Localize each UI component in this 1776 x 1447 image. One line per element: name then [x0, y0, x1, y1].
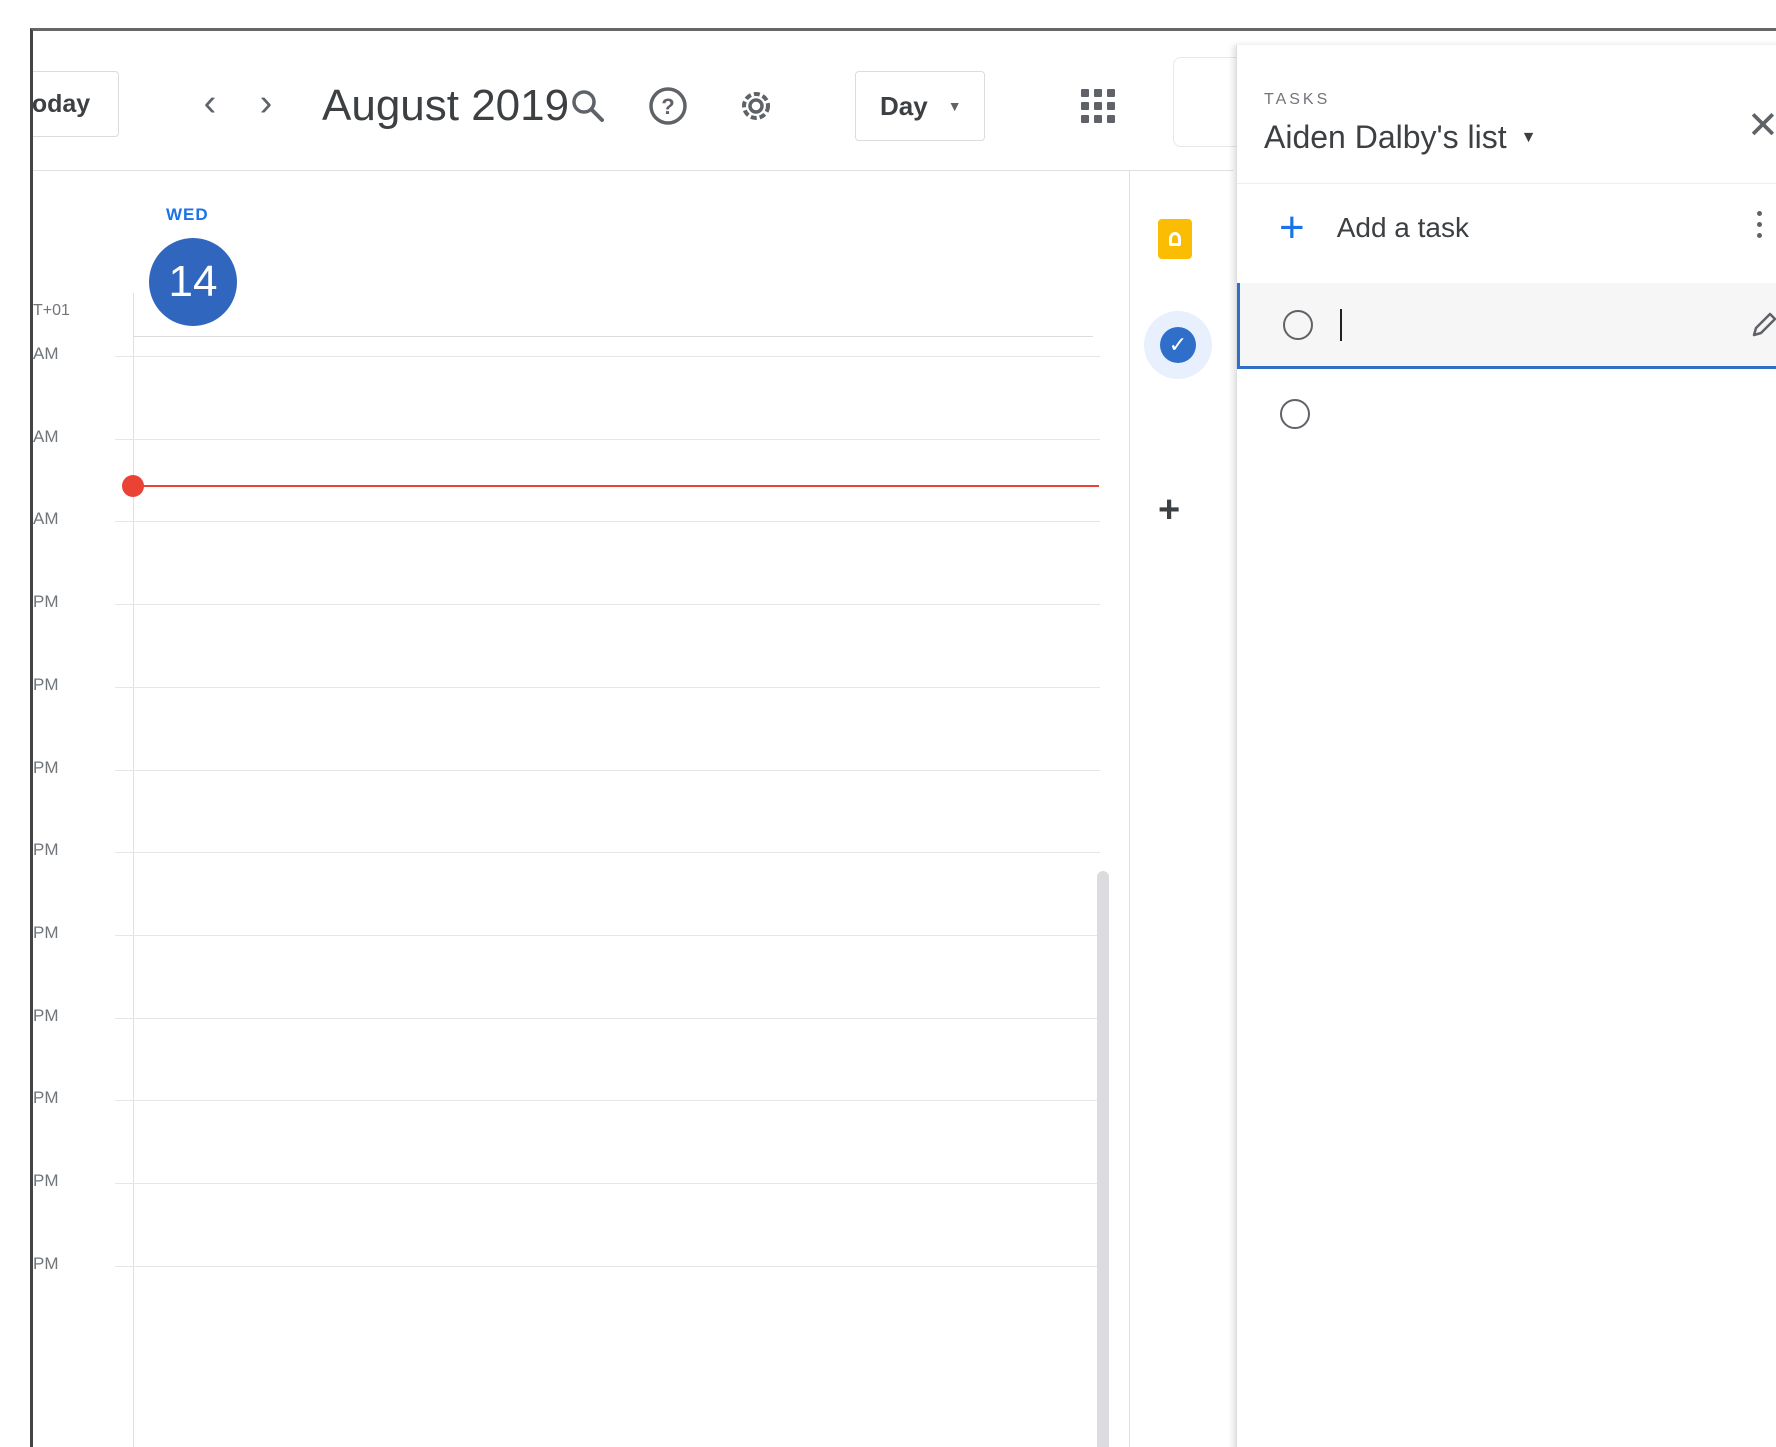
all-day-divider: [133, 336, 1093, 337]
hour-label: PM: [33, 1005, 59, 1025]
hour-label: PM: [33, 757, 59, 777]
hour-row[interactable]: AM: [33, 344, 1103, 363]
hour-label: AM: [33, 344, 59, 363]
hour-gridline: [115, 852, 1100, 854]
chevron-right-icon[interactable]: ›: [249, 82, 283, 124]
hour-row[interactable]: PM: [33, 1088, 1103, 1107]
hour-gridline: [115, 1265, 1100, 1267]
hour-row[interactable]: AM: [33, 427, 1103, 446]
hour-gridline: [115, 769, 1100, 771]
top-header: oday ‹ › August 2019 ? Day ▼: [33, 31, 1273, 171]
hour-label: AM: [33, 509, 59, 529]
gear-icon[interactable]: [733, 83, 779, 129]
current-time-dot: [122, 475, 144, 497]
close-icon[interactable]: ✕: [1747, 103, 1776, 148]
hour-row[interactable]: PM: [33, 758, 1103, 777]
apps-grid-icon[interactable]: [1081, 89, 1115, 123]
scrollbar[interactable]: [1097, 871, 1109, 1447]
hour-gridline: [115, 934, 1100, 936]
hour-label: PM: [33, 1088, 59, 1108]
task-complete-checkbox[interactable]: [1280, 399, 1310, 429]
search-icon[interactable]: [565, 83, 611, 129]
hour-label: PM: [33, 1253, 59, 1273]
page-title: August 2019: [322, 81, 570, 130]
chevron-left-icon[interactable]: ‹: [193, 82, 227, 124]
hour-row[interactable]: PM: [33, 840, 1103, 859]
panel-label: TASKS: [1264, 91, 1331, 108]
hour-row[interactable]: AM: [33, 509, 1103, 528]
caret-down-icon: ▼: [947, 98, 962, 114]
side-rail: ✓ +: [1129, 171, 1237, 1447]
hour-gridline: [115, 686, 1100, 688]
list-selector[interactable]: Aiden Dalby's list ▼: [1264, 119, 1537, 156]
hour-gridline: [115, 521, 1100, 523]
hour-gridline: [115, 356, 1100, 357]
task-row[interactable]: [1237, 372, 1776, 458]
hour-row[interactable]: PM: [33, 675, 1103, 694]
hour-label: PM: [33, 922, 59, 942]
hour-label: AM: [33, 426, 59, 446]
hour-row[interactable]: PM: [33, 923, 1103, 942]
plus-icon: +: [1279, 203, 1305, 252]
hour-label: PM: [33, 674, 59, 694]
add-task-button[interactable]: + Add a task: [1279, 203, 1469, 253]
hour-row[interactable]: PM: [33, 1006, 1103, 1025]
list-name: Aiden Dalby's list: [1264, 119, 1507, 155]
task-title-input[interactable]: [1338, 307, 1698, 343]
today-button[interactable]: oday: [33, 71, 119, 137]
hour-gridline: [115, 604, 1100, 606]
tasks-icon[interactable]: ✓: [1160, 327, 1196, 363]
add-task-label: Add a task: [1336, 212, 1470, 243]
hour-gridline: [115, 1017, 1100, 1019]
view-select-label: Day: [880, 90, 928, 121]
current-time-line: [135, 485, 1099, 487]
caret-down-icon: ▼: [1520, 128, 1537, 146]
task-complete-checkbox[interactable]: [1283, 310, 1313, 340]
view-select-button[interactable]: Day ▼: [855, 71, 985, 141]
task-row[interactable]: [1237, 283, 1776, 369]
add-icon[interactable]: +: [1158, 489, 1180, 532]
app-window: oday ‹ › August 2019 ? Day ▼ WED 14 T+01…: [30, 28, 1776, 1447]
tasks-panel: TASKS Aiden Dalby's list ▼ ✕ + Add a tas…: [1236, 45, 1776, 1447]
svg-text:?: ?: [661, 94, 674, 119]
more-vert-icon[interactable]: [1757, 211, 1763, 238]
divider: [1237, 183, 1776, 184]
text-cursor: [1340, 309, 1342, 341]
hour-label: PM: [33, 1171, 59, 1190]
timezone-label: T+01: [33, 302, 70, 319]
hour-label: PM: [33, 840, 59, 860]
day-number[interactable]: 14: [149, 238, 237, 326]
edit-pencil-icon[interactable]: [1748, 309, 1776, 341]
day-of-week: WED: [166, 205, 209, 224]
hour-gridline: [115, 438, 1100, 440]
hour-row[interactable]: PM: [33, 1171, 1103, 1190]
hour-row[interactable]: PM: [33, 1254, 1103, 1273]
hour-label: PM: [33, 592, 59, 612]
hour-gridline: [115, 1100, 1100, 1102]
help-icon[interactable]: ?: [645, 83, 691, 129]
column-divider: [133, 293, 134, 1447]
hour-row[interactable]: PM: [33, 592, 1103, 611]
keep-icon[interactable]: [1158, 219, 1192, 259]
hour-gridline: [115, 1183, 1100, 1184]
